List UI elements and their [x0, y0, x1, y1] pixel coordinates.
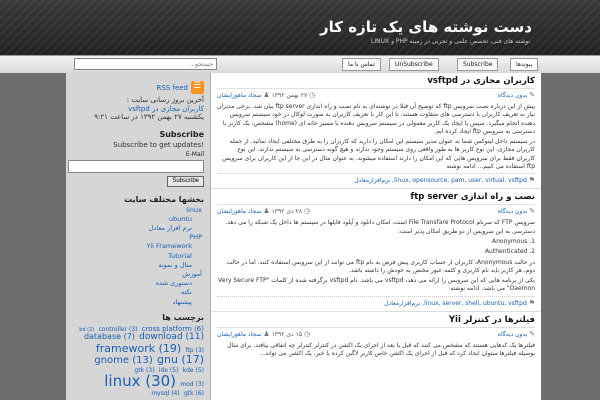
post-date: ۲۸ دی ۱۳۹۲ [271, 208, 303, 216]
category-item[interactable]: Tutorial [66, 252, 202, 261]
recent-update-link[interactable]: کاربران مجازی در vsftpd [72, 105, 204, 114]
post-paragraph: سرویس FTP که سرنام File Transfare Protoc… [225, 219, 535, 235]
category-item[interactable]: دستوری شده [66, 279, 202, 288]
tag-link[interactable]: linux (30) [104, 372, 176, 390]
post-body: فیلترها یک کدهایی هستند که مشخص می کنند … [217, 342, 535, 359]
tag-link[interactable]: mysql (4) [151, 390, 179, 397]
post-paragraph: در حالت Anonymous، کاربران از حساب کاربر… [226, 258, 535, 274]
category-item[interactable]: مثال و نمونه [66, 261, 202, 270]
post: نصب و راه اندازی ftp server ◷ ۲۸ دی ۱۳۹۲… [211, 189, 541, 312]
post-title[interactable]: فیلترها در کنترلر Yii [217, 315, 535, 328]
tag-link[interactable]: gnome (13) [94, 355, 152, 366]
email-label: E-Mail [185, 150, 204, 158]
post-date: ۱۵ دی ۱۳۹۲ [271, 330, 303, 338]
user-icon: ♟ [263, 91, 270, 99]
page: دست نوشته های یک تازه کار نوشته های فنی،… [0, 0, 600, 400]
post-title[interactable]: کاربران مجازی در vsftpd [217, 76, 535, 89]
comment-icon: ✎ [529, 329, 535, 338]
tag-icon: ⚑ [528, 176, 535, 185]
subscribe-title: Subscribe [159, 129, 204, 139]
calendar-icon: ◷ [309, 91, 316, 99]
category-item[interactable]: آموزش [66, 270, 202, 279]
right-margin [541, 73, 600, 400]
tab-unsubscribe[interactable]: UnSubscribe [389, 58, 439, 71]
main-content: کاربران مجازی در vsftpd ◷ ۲۷ بهمن ۱۳۹۲ ♟… [211, 73, 541, 400]
category-item[interactable]: linux [66, 206, 202, 215]
post-paragraph: فیلترها یک کدهایی هستند که مشخص می کنند … [227, 341, 535, 358]
categories-title: بخشها مختلف سایت [124, 194, 204, 204]
category-item[interactable]: ubuntu [66, 215, 202, 224]
site-title[interactable]: دست نوشته های یک تازه کار [320, 18, 532, 36]
post-comments[interactable]: بدون دیدگاه [498, 92, 527, 99]
post-list-item: Authenticated .2 [484, 248, 535, 256]
tag-link[interactable]: mod (3) [180, 381, 204, 388]
post-tags: ⚑ linux, server, shell, ubuntu, vsftpd, … [217, 295, 535, 307]
category-item[interactable]: نرم افزار معادل [66, 224, 202, 233]
category-item[interactable]: نکته [66, 288, 202, 297]
tab-subscribe[interactable]: Subscribe [457, 58, 499, 71]
recent-update-label: آخرین بروز رسانی سایت : [126, 96, 204, 104]
calendar-icon: ◷ [304, 329, 311, 338]
post-paragraph: در سیستم داخل لینوکس شما به عنوان مدیر س… [222, 138, 535, 171]
post-title[interactable]: نصب و راه اندازی ftp server [217, 192, 535, 206]
sidebar: RSS feed آخرین بروز رسانی سایت : کاربران… [66, 73, 211, 400]
email-field[interactable] [68, 159, 204, 173]
tag-icon: ⚑ [528, 298, 535, 307]
rss-feed-link[interactable]: RSS feed [157, 84, 189, 92]
post-author[interactable]: سجاد ماهوزایشان [217, 331, 261, 338]
post-meta: ◷ ۲۷ بهمن ۱۳۹۲ ♟ سجاد ماهوزایشان ✎ بدون … [217, 89, 535, 101]
subscribe-desc: !Subscribe to get updates [113, 140, 204, 149]
category-item[interactable]: Yii Framework [66, 242, 202, 251]
rss-icon[interactable] [191, 81, 204, 94]
tag-link[interactable]: gnu (17) [157, 353, 204, 366]
post-comments[interactable]: بدون دیدگاه [498, 331, 527, 338]
user-icon: ♟ [263, 329, 270, 338]
post: کاربران مجازی در vsftpd ◷ ۲۷ بهمن ۱۳۹۲ ♟… [211, 73, 541, 190]
post-body: پیش از این درباره نصب سرویس ftp که توضیح… [217, 103, 535, 171]
post-meta: ◷ ۲۸ دی ۱۳۹۲ ♟ سجاد ماهوزایشان ✎ بدون دی… [217, 205, 535, 217]
category-item[interactable]: PHP [66, 233, 202, 242]
post-tags: ⚑ linux, opensource, pam, user, virtual,… [217, 173, 535, 184]
calendar-icon: ◷ [304, 207, 311, 216]
post-comments[interactable]: بدون دیدگاه [498, 208, 527, 215]
tab-links[interactable]: پیوندها [510, 58, 539, 71]
tag-link[interactable]: database (7) [84, 332, 135, 341]
post-paragraph: یکی از برنامه هایی که این سرویس را ارائه… [218, 277, 535, 293]
recent-update-date: یکشنبه ۲۷ بهمن ۱۳۹۲ در ساعت ۹:۲۱ [94, 113, 204, 121]
category-list: linux ubuntu نرم افزار معادل PHP Yii Fra… [66, 206, 210, 307]
post-list-item: Anonymous .1 [491, 237, 535, 245]
tags-title: برچسب ها [162, 312, 204, 322]
search-input[interactable] [74, 58, 217, 70]
category-item[interactable]: پیشنهاد [66, 298, 202, 307]
subscribe-button[interactable]: Subscribe [167, 175, 204, 187]
post-tag-list[interactable]: linux, server, shell, ubuntu, vsftpd, نر… [384, 300, 527, 307]
recent-update: آخرین بروز رسانی سایت : کاربران مجازی در… [66, 96, 210, 126]
comment-icon: ✎ [529, 207, 535, 216]
site-description: نوشته های فنی، تخصص علمی و تجربی در زمین… [371, 38, 530, 45]
post-author[interactable]: سجاد ماهوزایشان [217, 208, 261, 215]
post-paragraph: پیش از این درباره نصب سرویس ftp که توضیح… [216, 103, 535, 135]
post: فیلترها در کنترلر Yii ◷ ۱۵ دی ۱۳۹۲ ♟ سجا… [211, 312, 541, 365]
tag-link[interactable]: gtk (6) [184, 390, 204, 397]
left-margin [0, 73, 66, 400]
tag-link[interactable]: download (11) [139, 332, 204, 342]
rss-widget[interactable]: RSS feed [66, 73, 210, 96]
post-body: سرویس FTP که سرنام File Transfare Protoc… [217, 219, 535, 293]
tag-link[interactable]: kde (5) [183, 367, 204, 374]
tag-cloud: bd (2) controller (3) cross platform (6)… [66, 324, 210, 399]
comment-icon: ✎ [529, 91, 535, 99]
post-tag-list[interactable]: linux, opensource, pam, user, virtual, v… [354, 177, 527, 184]
user-icon: ♟ [263, 207, 270, 216]
post-date: ۲۷ بهمن ۱۳۹۲ [271, 92, 308, 99]
tab-contact[interactable]: تماس با ما [342, 58, 381, 71]
post-author[interactable]: سجاد ماهوزایشان [217, 92, 261, 99]
post-meta: ◷ ۱۵ دی ۱۳۹۲ ♟ سجاد ماهوزایشان ✎ بدون دی… [217, 328, 535, 340]
site-header: دست نوشته های یک تازه کار نوشته های فنی،… [0, 0, 600, 55]
